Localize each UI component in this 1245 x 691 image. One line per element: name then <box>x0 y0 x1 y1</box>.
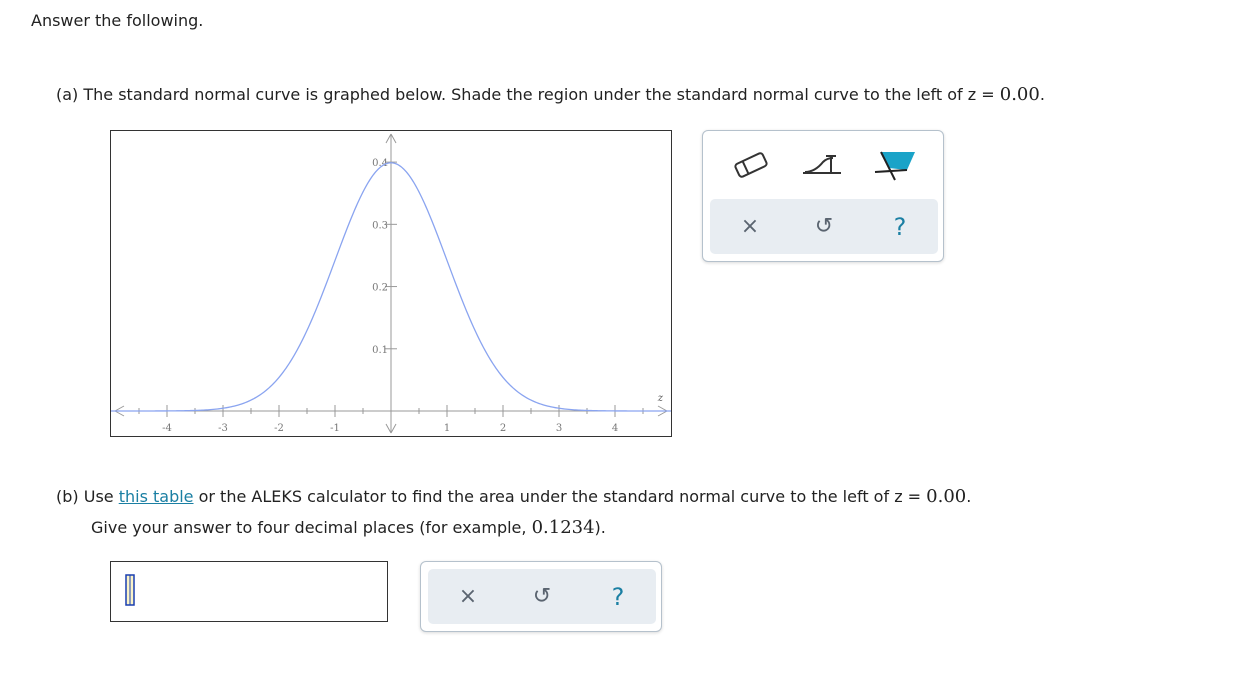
shade-tool-button[interactable] <box>867 143 923 187</box>
part-a-text: (a) The standard normal curve is graphed… <box>56 85 1000 104</box>
graph-canvas[interactable]: -4 -3 -2 -1 1 2 3 40.10.20.30.4z <box>111 131 671 436</box>
answer-input[interactable] <box>110 561 388 622</box>
x-tick-label: 2 <box>500 423 506 434</box>
part-b-prefix: (b) Use <box>56 487 119 506</box>
help-graph-button[interactable]: ? <box>870 199 930 254</box>
eraser-icon <box>734 152 768 178</box>
part-a-z-value: 0.00 <box>999 84 1040 105</box>
x-axis-label: z <box>657 393 664 404</box>
eraser-tool-button[interactable] <box>723 143 779 187</box>
table-link[interactable]: this table <box>119 487 194 506</box>
text-cursor-icon <box>125 574 135 606</box>
example-value: 0.1234 <box>531 517 595 538</box>
part-b-line2-prefix: Give your answer to four decimal places … <box>91 518 532 537</box>
help-icon: ? <box>893 212 907 241</box>
y-tick-label: 0.3 <box>372 220 388 231</box>
part-b-prompt: (b) Use this table or the ALEKS calculat… <box>56 486 971 507</box>
close-icon: × <box>740 214 760 239</box>
answer-action-panel: × ↺ ? <box>420 561 662 632</box>
x-tick-label: 4 <box>612 423 618 434</box>
graph-action-strip: × ↺ ? <box>710 199 938 254</box>
clear-answer-button[interactable]: × <box>438 569 498 624</box>
undo-icon: ↺ <box>814 214 834 239</box>
y-tick-label: 0.2 <box>372 283 388 294</box>
part-b-middle: or the ALEKS calculator to find the area… <box>193 487 927 506</box>
undo-graph-button[interactable]: ↺ <box>794 199 854 254</box>
x-tick-label: -3 <box>218 423 228 434</box>
part-b-z-value: 0.00 <box>926 486 967 507</box>
curve-region-icon <box>803 155 841 174</box>
answer-action-strip: × ↺ ? <box>428 569 656 624</box>
part-a-end: . <box>1039 85 1045 104</box>
x-tick-label: 1 <box>444 423 450 434</box>
x-tick-label: 3 <box>556 423 562 434</box>
y-tick-label: 0.1 <box>372 345 388 356</box>
normal-curve-graph[interactable]: -4 -3 -2 -1 1 2 3 4 0.1 0.2 0.3 0.4 z <box>110 130 672 437</box>
graph-tool-panel: × ↺ ? <box>702 130 944 262</box>
part-b-line2-end: ). <box>594 518 606 537</box>
x-tick-label: -1 <box>330 423 340 434</box>
x-tick-label: -4 <box>162 423 172 434</box>
close-icon: × <box>458 584 478 609</box>
clear-graph-button[interactable]: × <box>720 199 780 254</box>
x-tick-label: -2 <box>274 423 284 434</box>
part-a-prompt: (a) The standard normal curve is graphed… <box>56 84 1045 105</box>
shade-flag-icon <box>874 151 915 181</box>
help-answer-button[interactable]: ? <box>588 569 648 624</box>
instructions-heading: Answer the following. <box>31 11 204 30</box>
region-tool-button[interactable] <box>795 143 851 187</box>
part-b-end: . <box>966 487 972 506</box>
part-b-instructions: Give your answer to four decimal places … <box>91 517 606 538</box>
undo-answer-button[interactable]: ↺ <box>512 569 572 624</box>
undo-icon: ↺ <box>532 584 552 609</box>
help-icon: ? <box>611 582 625 611</box>
